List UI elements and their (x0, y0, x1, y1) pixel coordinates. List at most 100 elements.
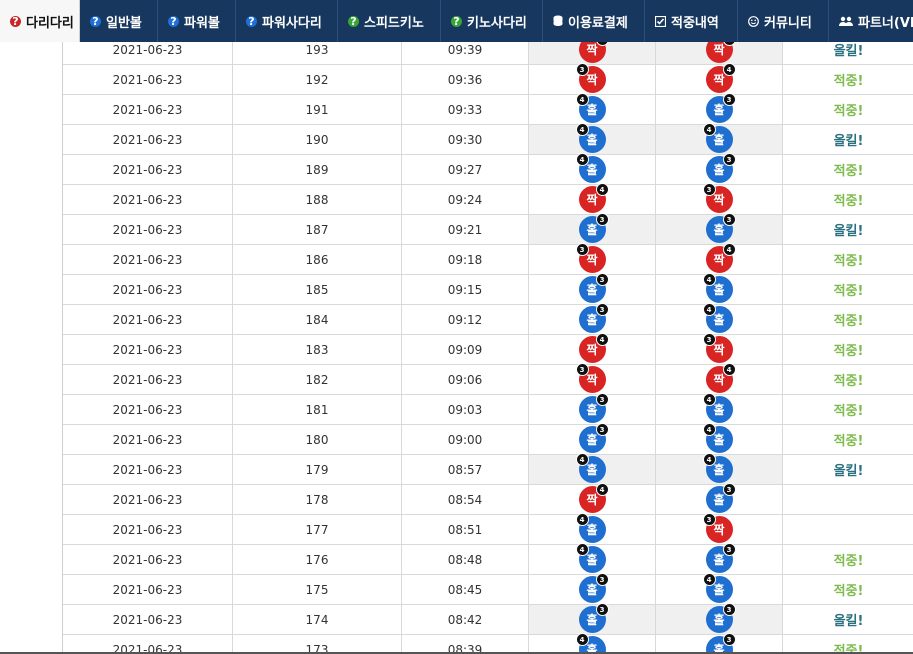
even-ball: 짝3 (575, 243, 606, 273)
line-count-badge: 4 (575, 153, 589, 166)
tab-label: 일반볼 (106, 15, 142, 31)
line-count-badge: 3 (722, 603, 736, 616)
ball-label: 홀 (713, 163, 725, 177)
pick-cell-2: 짝4 (656, 243, 783, 274)
ball-label: 짝 (713, 193, 725, 207)
odd-ball: 홀4 (575, 453, 606, 483)
result-text: 적중! (833, 404, 864, 419)
odd-ball: 홀3 (578, 423, 609, 453)
pick-cell-2: 짝3 (656, 333, 783, 364)
pick-cell-1: 홀4 (529, 543, 656, 574)
odd-ball: 홀3 (705, 93, 736, 123)
ball-label: 짝 (713, 253, 725, 267)
round-date: 2021-06-23 (63, 95, 233, 124)
round-time: 09:36 (402, 65, 529, 94)
round-time: 09:24 (402, 185, 529, 214)
tab-keno-ladder[interactable]: ? 키노사다리 (441, 0, 543, 42)
table-row: 2021-06-23 186 09:18 짝 3 짝 4 적중! (63, 243, 913, 275)
line-count-badge: 4 (702, 453, 716, 466)
table-row: 2021-06-23 188 09:24 짝 4 짝 3 적중! (63, 183, 913, 215)
ball-label: 홀 (713, 403, 725, 417)
line-count-badge: 3 (722, 93, 736, 106)
pick-cell-1: 홀4 (529, 513, 656, 544)
tab-speed-keno[interactable]: ? 스피드키노 (338, 0, 441, 42)
tab-daridari[interactable]: ? 다리다리 (0, 0, 80, 42)
ball-label: 홀 (586, 553, 598, 567)
round-number: 193 (233, 42, 402, 64)
ball-label: 홀 (713, 223, 725, 237)
line-count-badge: 4 (702, 303, 716, 316)
result-text: 올킬! (833, 44, 864, 59)
tab-payment[interactable]: 이용료결제 (543, 0, 645, 42)
ball-label: 짝 (586, 343, 598, 357)
odd-ball: 홀4 (575, 93, 606, 123)
even-ball: 짝4 (705, 63, 736, 93)
odd-ball: 홀3 (705, 213, 736, 243)
round-date: 2021-06-23 (63, 125, 233, 154)
ball-label: 짝 (586, 493, 598, 507)
pick-cell-1: 홀3 (529, 393, 656, 424)
result-text: 적중! (833, 284, 864, 299)
round-number: 176 (233, 545, 402, 574)
table-row: 2021-06-23 174 08:42 홀 3 홀 3 올킬! (63, 603, 913, 635)
odd-ball: 홀3 (578, 303, 609, 333)
tab-community[interactable]: 커뮤니티 (738, 0, 829, 42)
ball-label: 홀 (586, 583, 598, 597)
round-date: 2021-06-23 (63, 545, 233, 574)
odd-ball: 홀4 (575, 543, 606, 573)
odd-ball: 홀3 (578, 603, 609, 633)
round-time: 09:15 (402, 275, 529, 304)
even-ball: 짝3 (702, 183, 733, 213)
line-count-badge: 3 (595, 573, 609, 586)
round-time: 09:39 (402, 42, 529, 64)
odd-ball: 홀3 (578, 273, 609, 303)
round-date: 2021-06-23 (63, 42, 233, 64)
table-row: 2021-06-23 191 09:33 홀 4 홀 3 적중! (63, 93, 913, 125)
round-date: 2021-06-23 (63, 455, 233, 484)
round-date: 2021-06-23 (63, 185, 233, 214)
pick-cell-2: 짝3 (656, 513, 783, 544)
tab-normal-ball[interactable]: ? 일반볼 (80, 0, 158, 42)
table-row: 2021-06-23 184 09:12 홀 3 홀 4 적중! (63, 303, 913, 335)
pick-cell-2: 홀3 (656, 213, 783, 244)
odd-ball: 홀4 (702, 573, 733, 603)
tab-label: 키노사다리 (467, 15, 527, 31)
tab-label: 커뮤니티 (764, 15, 812, 31)
round-time: 09:33 (402, 95, 529, 124)
tab-partner[interactable]: 파트너(VI (829, 0, 913, 42)
tab-label: 파워사다리 (262, 15, 322, 31)
round-number: 187 (233, 215, 402, 244)
even-ball: 짝4 (578, 42, 609, 63)
ball-label: 홀 (713, 433, 725, 447)
even-ball: 짝4 (578, 183, 609, 213)
line-count-badge: 3 (722, 483, 736, 496)
result-text: 적중! (833, 584, 864, 599)
round-number: 182 (233, 365, 402, 394)
tab-powerball[interactable]: ? 파워볼 (158, 0, 236, 42)
line-count-badge: 3 (575, 363, 589, 376)
table-row: 2021-06-23 187 09:21 홀 3 홀 3 올킬! (63, 213, 913, 245)
pick-cell-1: 홀3 (529, 213, 656, 244)
pick-cell-1: 홀3 (529, 303, 656, 334)
ball-label: 짝 (713, 73, 725, 87)
line-count-badge: 4 (575, 543, 589, 556)
even-ball: 짝4 (578, 483, 609, 513)
ball-label: 홀 (586, 313, 598, 327)
pick-cell-2: 홀3 (656, 543, 783, 574)
pick-cell-2: 홀4 (656, 393, 783, 424)
pick-cell-1: 홀4 (529, 123, 656, 154)
smile-icon (748, 15, 759, 27)
table-row: 2021-06-23 180 09:00 홀 3 홀 4 적중! (63, 423, 913, 455)
tab-label: 파트너(VI (858, 15, 913, 31)
tab-hit-history[interactable]: 적중내역 (645, 0, 738, 42)
tab-label: 파워볼 (184, 15, 220, 31)
tab-power-ladder[interactable]: ? 파워사다리 (236, 0, 338, 42)
pick-cell-1: 홀3 (529, 573, 656, 604)
odd-ball: 홀4 (702, 303, 733, 333)
ball-label: 홀 (586, 613, 598, 627)
ball-label: 홀 (586, 403, 598, 417)
even-ball: 짝3 (702, 513, 733, 543)
pick-cell-2: 홀4 (656, 303, 783, 334)
even-ball: 짝4 (705, 363, 736, 393)
line-count-badge: 4 (702, 393, 716, 406)
